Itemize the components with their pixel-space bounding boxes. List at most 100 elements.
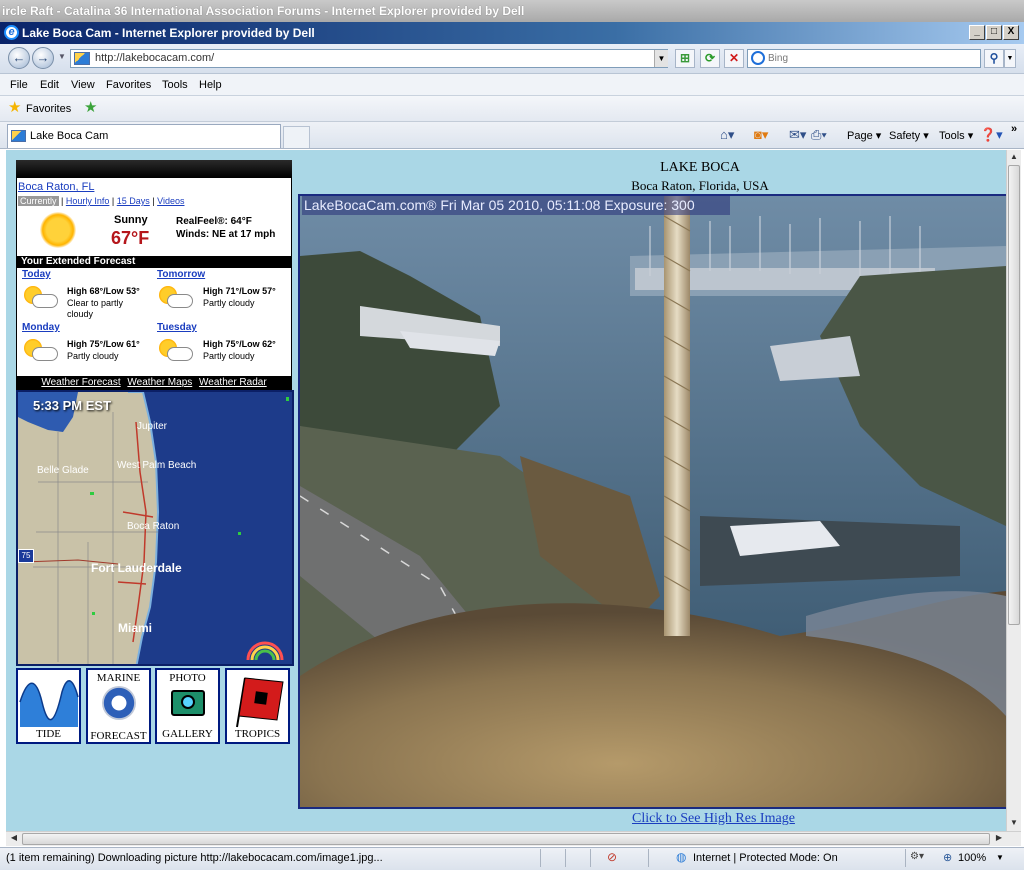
favorites-button[interactable]: Favorites [26,103,71,115]
minimize-button[interactable]: _ [969,25,985,40]
weather-city-link[interactable]: Boca Raton, FL [18,181,94,193]
rainbow-logo-icon [246,640,286,662]
weather-forecast-link[interactable]: Weather Forecast [41,377,120,388]
forecast-day[interactable]: Tuesday [157,322,197,333]
tide-chart-icon [19,680,79,727]
cam-subtitle: Boca Raton, Florida, USA [631,178,769,193]
menu-favorites[interactable]: Favorites [106,79,151,91]
map-label-boca-raton: Boca Raton [127,521,180,532]
forecast-hilo: High 75°/Low 62° [203,339,276,349]
photo-label: PHOTO [169,672,206,684]
photo-gallery-button[interactable]: PHOTO GALLERY [155,668,220,744]
forecast-day[interactable]: Monday [22,322,60,333]
horizontal-scroll-thumb[interactable] [22,833,990,845]
compatibility-view-icon[interactable]: ⊞ [675,49,695,68]
current-temperature: 67°F [111,228,150,248]
tab-15-days[interactable]: 15 Days [117,196,150,206]
map-time: 5:33 PM EST [33,398,112,413]
zoom-level[interactable]: 100% [958,852,986,864]
high-res-image-link[interactable]: Click to See High Res Image [632,811,795,827]
scroll-down-icon[interactable]: ▼ [1008,818,1020,827]
tab-label[interactable]: Lake Boca Cam [30,130,108,142]
map-label-miami: Miami [118,621,153,635]
tab-currently[interactable]: Currently [18,196,59,206]
cam-title: LAKE BOCA [660,160,740,175]
favorites-bar [0,96,1024,122]
noaa-emblem-icon [102,686,136,720]
print-icon[interactable]: ⎙▾ [811,127,827,143]
menu-help[interactable]: Help [199,79,222,91]
forecast-day[interactable]: Today [22,269,51,280]
add-favorite-icon[interactable]: ★ [84,100,97,115]
favorites-star-icon[interactable]: ★ [8,100,21,115]
status-separator [540,849,541,867]
tropics-button[interactable]: TROPICS [225,668,290,744]
more-commands-chevron[interactable]: » [1011,123,1017,135]
status-text: (1 item remaining) Downloading picture h… [6,852,383,864]
home-icon[interactable]: ⌂▾ [720,127,734,143]
search-placeholder[interactable]: Bing [768,53,788,64]
hurricane-flag-icon [236,677,284,728]
partly-cloudy-icon [157,337,197,365]
new-tab-button[interactable] [283,126,310,148]
back-button[interactable]: ← [8,47,30,69]
partly-cloudy-icon [157,284,197,312]
popup-blocked-icon[interactable]: ⊘ [607,850,617,864]
tide-button[interactable]: TIDE [16,668,81,744]
tropics-label: TROPICS [234,728,281,740]
weather-radar-link[interactable]: Weather Radar [199,377,267,388]
marine-forecast-button[interactable]: MARINE FORECAST [86,668,151,744]
vertical-scroll-thumb[interactable] [1008,165,1020,625]
scroll-right-icon[interactable]: ▶ [993,833,1005,842]
forecast-condition: Partly cloudy [203,298,255,308]
maximize-button[interactable]: □ [986,25,1002,40]
search-options-icon[interactable]: ▼ [1004,49,1016,68]
wind: Winds: NE at 17 mph [176,229,276,240]
camera-icon [171,690,205,716]
tab-hourly[interactable]: Hourly Info [66,196,110,206]
mail-icon[interactable]: ✉▾ [789,127,806,143]
zoom-dropdown-icon[interactable]: ▼ [996,853,1004,862]
close-button[interactable]: X [1003,25,1019,40]
forecast-day[interactable]: Tomorrow [157,269,205,280]
background-window-title[interactable]: ircle Raft - Catalina 36 International A… [0,0,1024,22]
page-menu[interactable]: Page ▾ [847,129,881,142]
search-icon[interactable]: ⚲ [984,49,1004,68]
address-url[interactable]: http://lakebocacam.com/ [95,52,214,64]
zoom-icon[interactable]: ⊕ [943,851,952,864]
scroll-up-icon[interactable]: ▲ [1008,152,1020,161]
tab-favicon-icon [11,130,26,142]
weather-tabs: Currently | Hourly Info | 15 Days | Vide… [18,196,290,208]
current-condition: Sunny [114,214,148,226]
realfeel: RealFeel®: 64°F [176,216,252,227]
interstate-shield-icon: 75 [18,549,34,563]
webcam-image[interactable] [298,194,1008,809]
forecast-label: FORECAST [90,730,147,742]
scroll-left-icon[interactable]: ◀ [8,833,20,842]
tide-label: TIDE [35,728,62,740]
menu-edit[interactable]: Edit [40,79,59,91]
safety-menu[interactable]: Safety ▾ [889,129,929,142]
menu-tools[interactable]: Tools [162,79,188,91]
map-label-fort-lauderdale: Fort Lauderdale [91,561,182,575]
menu-file[interactable]: File [10,79,28,91]
map-label-west-palm-beach: West Palm Beach [117,460,197,471]
sunny-icon [40,212,76,248]
history-dropdown-icon[interactable]: ▼ [58,52,66,61]
refresh-icon[interactable]: ⟳ [700,49,720,68]
tools-menu[interactable]: Tools ▾ [939,129,973,142]
forecast-hilo: High 71°/Low 57° [203,286,276,296]
partly-cloudy-icon [22,284,62,312]
security-zone[interactable]: Internet | Protected Mode: On [693,852,838,864]
address-dropdown-icon[interactable]: ▼ [654,50,668,67]
stop-icon[interactable]: ✕ [724,49,744,68]
weather-maps-link[interactable]: Weather Maps [127,377,192,388]
menu-view[interactable]: View [71,79,95,91]
help-icon[interactable]: ❓▾ [980,127,1003,143]
tab-videos[interactable]: Videos [157,196,184,206]
window-title: Lake Boca Cam - Internet Explorer provid… [0,22,1024,44]
forward-button[interactable]: → [32,47,54,69]
feeds-icon[interactable]: ◙▾ [754,127,768,143]
ie-logo-icon: e [4,25,19,40]
protected-mode-icon[interactable]: ⚙▾ [910,851,924,862]
